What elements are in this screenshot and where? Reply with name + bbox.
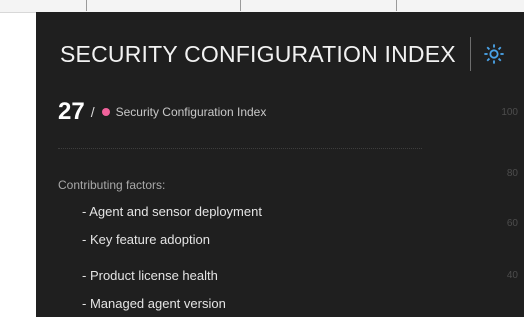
axis-tick-label: 100 (501, 107, 518, 118)
score-value: 27 (58, 98, 85, 125)
panel-title: SECURITY CONFIGURATION INDEX (60, 40, 456, 67)
score-row: 27 / Security Configuration Index (58, 98, 266, 126)
factor-item: - Product license health (82, 268, 218, 283)
column-divider (86, 0, 87, 11)
axis-tick-label: 40 (506, 270, 518, 281)
divider-line (58, 148, 422, 149)
panel-header: SECURITY CONFIGURATION INDEX (60, 37, 505, 71)
security-configuration-panel: SECURITY CONFIGURATION INDEX 27 / Securi… (36, 12, 524, 317)
column-divider (240, 0, 241, 11)
factor-item: - Key feature adoption (82, 232, 210, 247)
column-divider (396, 0, 397, 11)
legend-dot (101, 108, 110, 116)
factor-item: - Agent and sensor deployment (82, 204, 262, 219)
gear-icon[interactable] (483, 43, 505, 65)
score-label: Security Configuration Index (115, 105, 267, 119)
score-separator: / (90, 104, 95, 120)
axis-tick-label: 60 (506, 218, 518, 229)
page: SECURITY CONFIGURATION INDEX 27 / Securi… (0, 0, 524, 317)
factors-heading: Contributing factors: (58, 178, 166, 192)
axis-tick-label: 80 (506, 168, 518, 179)
factor-item: - Managed agent version (82, 296, 226, 311)
header-divider (469, 37, 471, 71)
